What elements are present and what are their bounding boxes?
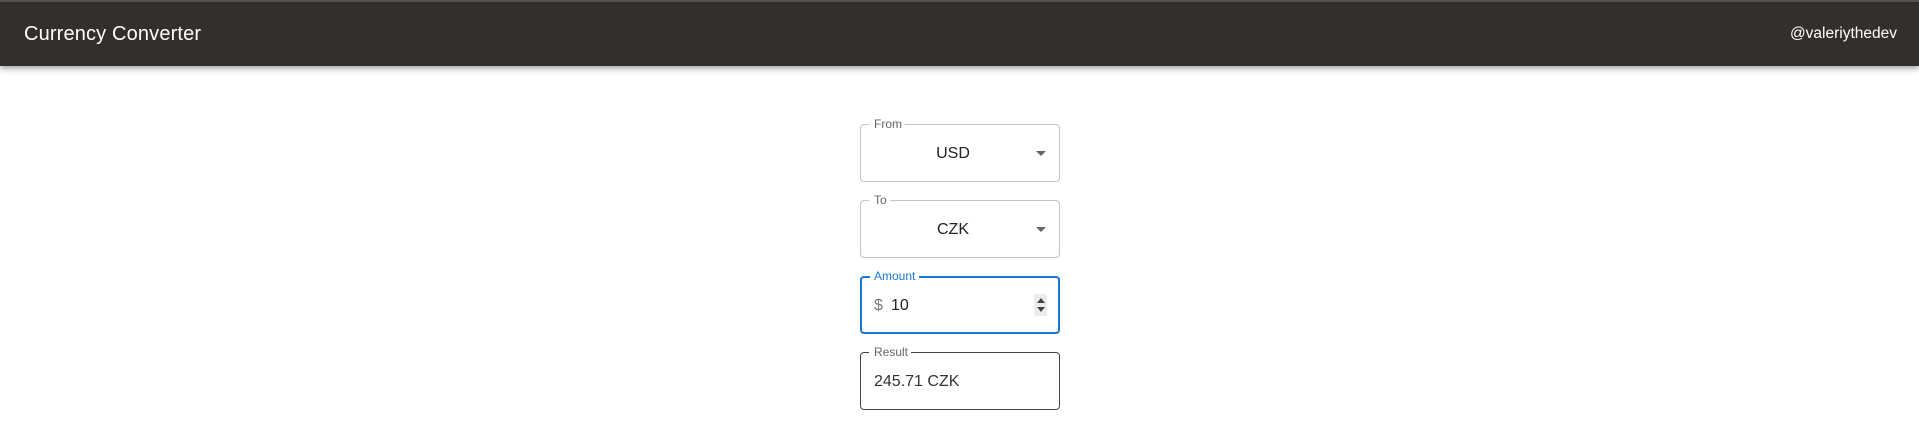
- decrement-arrow-icon[interactable]: [1037, 307, 1045, 312]
- to-selected-value: CZK: [937, 220, 969, 238]
- increment-arrow-icon[interactable]: [1037, 298, 1045, 303]
- amount-field[interactable]: Amount Amount $ 10: [860, 270, 1060, 334]
- caret-down-icon[interactable]: [1036, 151, 1046, 156]
- result-value: 245.71 CZK: [874, 372, 960, 390]
- amount-input-value[interactable]: 10: [891, 277, 909, 334]
- author-handle: @valeriythedev: [1789, 25, 1897, 42]
- to-currency-select[interactable]: To To CZK: [860, 194, 1060, 258]
- caret-down-icon[interactable]: [1036, 227, 1046, 232]
- result-field[interactable]: Result Result 245.71 CZK: [860, 346, 1060, 410]
- dollar-prefix: $: [874, 296, 883, 314]
- from-currency-select[interactable]: From From USD: [860, 118, 1060, 182]
- app-bar: Currency Converter @valeriythedev: [0, 2, 1919, 66]
- app-title: Currency Converter: [24, 22, 202, 45]
- number-stepper-icon[interactable]: [1034, 294, 1047, 316]
- converter-form: From From USD To To CZK Amount Amount $ …: [860, 118, 1060, 429]
- from-selected-value: USD: [936, 144, 970, 162]
